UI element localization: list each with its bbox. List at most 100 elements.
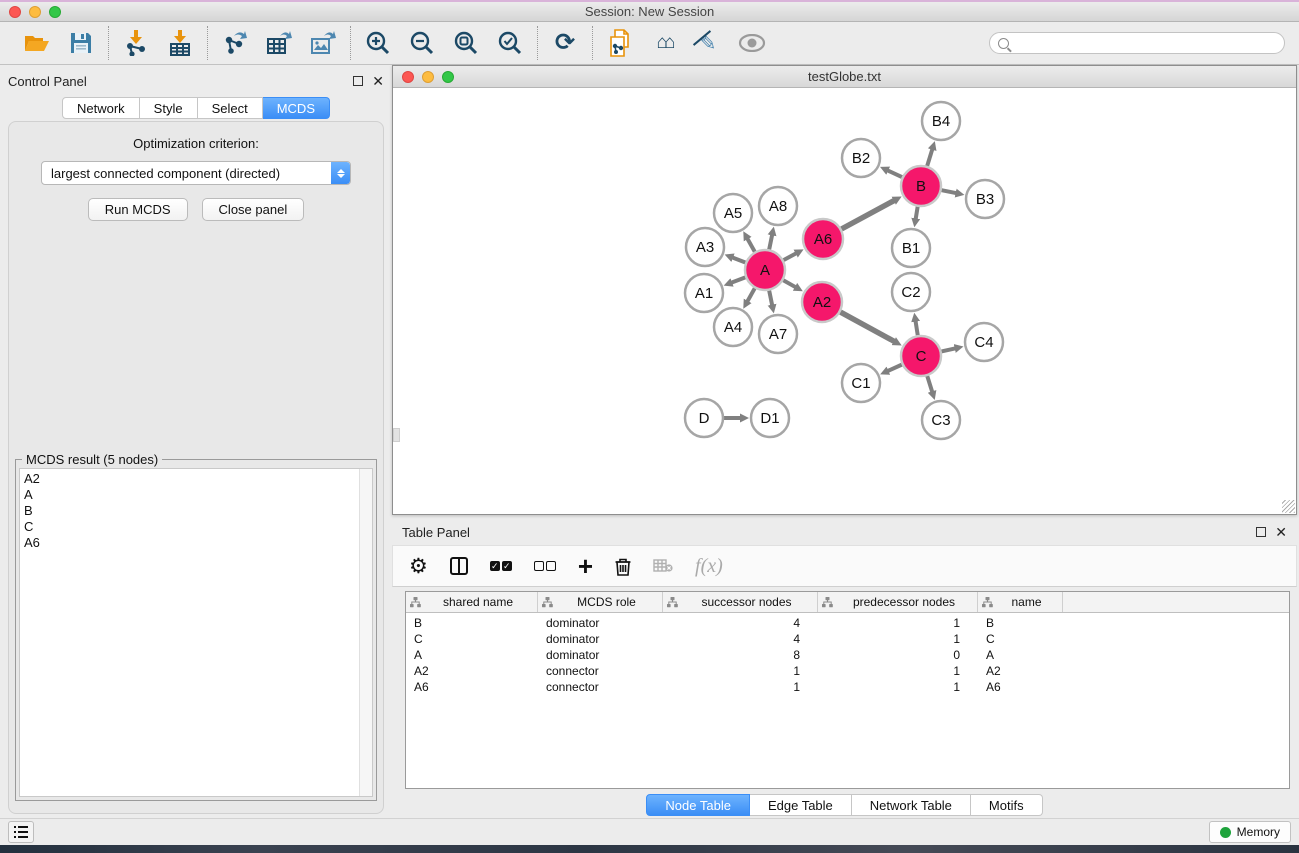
- run-mcds-button[interactable]: Run MCDS: [88, 198, 188, 221]
- graph-edge-A-A5[interactable]: [747, 238, 755, 251]
- result-item[interactable]: A2: [24, 471, 372, 487]
- tab-network-table[interactable]: Network Table: [852, 794, 971, 816]
- add-row-icon[interactable]: +: [578, 551, 593, 582]
- tab-style[interactable]: Style: [140, 97, 198, 119]
- graph-edge-A2-C[interactable]: [840, 312, 894, 342]
- graph-node-A6[interactable]: A6: [803, 219, 843, 259]
- task-history-button[interactable]: [8, 821, 34, 843]
- graph-edge-A6-B[interactable]: [841, 200, 894, 229]
- tab-select[interactable]: Select: [198, 97, 263, 119]
- zoom-selected-icon[interactable]: [495, 28, 525, 58]
- graph-edge-A-A6[interactable]: [784, 253, 797, 260]
- zoom-fit-icon[interactable]: [451, 28, 481, 58]
- close-panel-icon[interactable]: ✕: [372, 76, 384, 86]
- network-canvas[interactable]: A A1 A2 A3 A4 A5 A6 A7 A8 B B1 B2 B3 B4 C C1 C2 C3 C4 D D1: [393, 88, 1296, 514]
- export-image-icon[interactable]: [308, 28, 338, 58]
- graph-node-B1[interactable]: B1: [892, 229, 930, 267]
- graph-node-B4[interactable]: B4: [922, 102, 960, 140]
- graph-edge-A-A2[interactable]: [783, 280, 796, 287]
- export-network-icon[interactable]: [220, 28, 250, 58]
- graph-edge-B-B2[interactable]: [887, 170, 902, 177]
- float-table-panel-icon[interactable]: [1256, 527, 1266, 537]
- search-field[interactable]: [989, 32, 1285, 54]
- column-header-name[interactable]: name: [978, 592, 1063, 612]
- deselect-all-checkbox-icon[interactable]: [534, 561, 556, 571]
- graph-edge-C-C3[interactable]: [927, 376, 932, 392]
- import-table-icon[interactable]: [165, 28, 195, 58]
- tab-mcds[interactable]: MCDS: [263, 97, 330, 119]
- select-all-checkbox-icon[interactable]: ✓✓: [490, 561, 512, 571]
- refresh-icon[interactable]: ⟳: [550, 28, 580, 58]
- save-session-icon[interactable]: [66, 28, 96, 58]
- graph-edge-A-A7[interactable]: [769, 291, 772, 306]
- float-panel-icon[interactable]: [353, 76, 363, 86]
- table-row[interactable]: A6connector11A6: [406, 679, 1289, 695]
- graph-node-A4[interactable]: A4: [714, 308, 752, 346]
- result-item[interactable]: A6: [24, 535, 372, 551]
- table-row[interactable]: Cdominator41C: [406, 631, 1289, 647]
- column-header-shared-name[interactable]: shared name: [406, 592, 538, 612]
- graph-edge-B-B3[interactable]: [942, 190, 957, 193]
- graph-node-D1[interactable]: D1: [751, 399, 789, 437]
- result-scrollbar[interactable]: [359, 469, 372, 796]
- result-item[interactable]: B: [24, 503, 372, 519]
- graph-edge-A-A3[interactable]: [732, 257, 745, 262]
- graph-edge-A-A4[interactable]: [747, 288, 755, 301]
- table-row[interactable]: Bdominator41B: [406, 615, 1289, 631]
- tab-motifs[interactable]: Motifs: [971, 794, 1043, 816]
- graph-node-A7[interactable]: A7: [759, 315, 797, 353]
- column-header-MCDS-role[interactable]: MCDS role: [538, 592, 663, 612]
- graph-node-A[interactable]: A: [745, 250, 785, 290]
- graph-node-B3[interactable]: B3: [966, 180, 1004, 218]
- delete-row-icon[interactable]: [615, 557, 631, 576]
- graph-node-D[interactable]: D: [685, 399, 723, 437]
- criterion-dropdown[interactable]: largest connected component (directed): [41, 161, 351, 185]
- graph-edge-B-B4[interactable]: [927, 149, 932, 166]
- graph-edge-C-C1[interactable]: [887, 365, 901, 371]
- open-session-icon[interactable]: [22, 28, 52, 58]
- result-item[interactable]: A: [24, 487, 372, 503]
- graph-node-C4[interactable]: C4: [965, 323, 1003, 361]
- column-header-successor-nodes[interactable]: successor nodes: [663, 592, 818, 612]
- resize-grip-icon[interactable]: [1282, 500, 1295, 513]
- tab-network[interactable]: Network: [62, 97, 140, 119]
- result-item[interactable]: C: [24, 519, 372, 535]
- graph-node-A5[interactable]: A5: [714, 194, 752, 232]
- clone-network-icon[interactable]: [605, 28, 635, 58]
- memory-button[interactable]: Memory: [1209, 821, 1291, 843]
- table-row[interactable]: A2connector11A2: [406, 663, 1289, 679]
- graph-node-B[interactable]: B: [901, 166, 941, 206]
- export-table-icon[interactable]: [264, 28, 294, 58]
- network-window-titlebar[interactable]: testGlobe.txt: [393, 66, 1296, 88]
- graph-node-C3[interactable]: C3: [922, 401, 960, 439]
- hide-edges-icon[interactable]: ✎: [693, 28, 723, 58]
- network-graph[interactable]: A A1 A2 A3 A4 A5 A6 A7 A8 B B1 B2 B3 B4 C C1 C2 C3 C4 D D1: [393, 88, 1296, 514]
- graph-edge-C-C2[interactable]: [915, 321, 917, 336]
- import-network-icon[interactable]: [121, 28, 151, 58]
- table-row[interactable]: Adominator80A: [406, 647, 1289, 663]
- graph-node-A1[interactable]: A1: [685, 274, 723, 312]
- column-header-predecessor-nodes[interactable]: predecessor nodes: [818, 592, 978, 612]
- graph-edge-B-B1[interactable]: [916, 207, 918, 220]
- close-table-panel-icon[interactable]: ✕: [1275, 527, 1287, 537]
- tab-node-table[interactable]: Node Table: [646, 794, 750, 816]
- show-graphics-icon[interactable]: [737, 28, 767, 58]
- vertical-scroll-thumb[interactable]: [393, 428, 400, 442]
- graph-node-A3[interactable]: A3: [686, 228, 724, 266]
- mcds-result-list[interactable]: A2ABCA6: [19, 468, 373, 797]
- graph-edge-A-A1[interactable]: [731, 277, 745, 282]
- show-columns-icon[interactable]: [450, 557, 468, 575]
- node-table[interactable]: shared nameMCDS rolesuccessor nodesprede…: [405, 591, 1290, 789]
- table-options-icon[interactable]: ⚙: [409, 554, 428, 579]
- graph-node-C1[interactable]: C1: [842, 364, 880, 402]
- graph-node-A2[interactable]: A2: [802, 282, 842, 322]
- graph-node-A8[interactable]: A8: [759, 187, 797, 225]
- graph-edge-C-C4[interactable]: [941, 348, 955, 351]
- graph-node-C2[interactable]: C2: [892, 273, 930, 311]
- graph-node-B2[interactable]: B2: [842, 139, 880, 177]
- graph-node-C[interactable]: C: [901, 336, 941, 376]
- search-input[interactable]: [1015, 36, 1276, 50]
- home-layout-icon[interactable]: ⌂⌂: [649, 28, 679, 58]
- graph-edge-A-A8[interactable]: [769, 234, 772, 249]
- close-panel-button[interactable]: Close panel: [202, 198, 305, 221]
